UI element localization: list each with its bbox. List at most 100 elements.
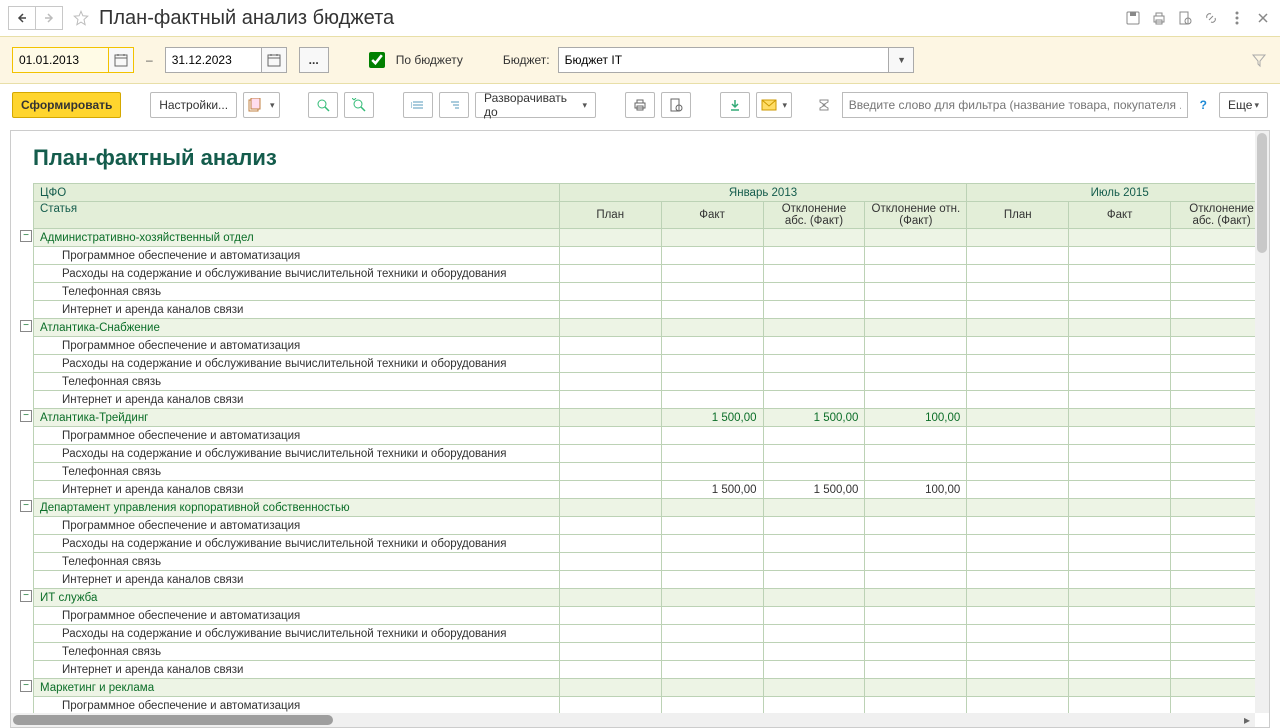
close-icon[interactable] bbox=[1254, 9, 1272, 27]
article-cell: Интернет и аренда каналов связи bbox=[34, 301, 560, 319]
sum-icon[interactable] bbox=[812, 92, 836, 118]
value-cell bbox=[763, 337, 865, 355]
detail-row[interactable]: Телефонная связь bbox=[34, 553, 1256, 571]
detail-row[interactable]: Расходы на содержание и обслуживание выч… bbox=[34, 625, 1256, 643]
detail-row[interactable]: Расходы на содержание и обслуживание выч… bbox=[34, 265, 1256, 283]
link-icon[interactable] bbox=[1202, 9, 1220, 27]
run-button[interactable]: Сформировать bbox=[12, 92, 121, 118]
date-to-input[interactable] bbox=[165, 47, 261, 73]
collapse-button[interactable] bbox=[403, 92, 433, 118]
more-button[interactable]: Еще▾ bbox=[1219, 92, 1268, 118]
quick-filter-input[interactable] bbox=[842, 92, 1188, 118]
print-preview-button[interactable] bbox=[661, 92, 691, 118]
save-icon[interactable] bbox=[1124, 9, 1142, 27]
collapse-toggle-icon[interactable]: − bbox=[20, 320, 32, 332]
value-cell bbox=[661, 373, 763, 391]
kebab-menu-icon[interactable] bbox=[1228, 9, 1246, 27]
detail-row[interactable]: Программное обеспечение и автоматизация bbox=[34, 427, 1256, 445]
find-next-button[interactable] bbox=[344, 92, 374, 118]
expand-to-button[interactable]: Разворачивать до▾ bbox=[475, 92, 596, 118]
group-name-cell[interactable]: −Департамент управления корпоративной со… bbox=[34, 499, 560, 517]
group-row[interactable]: −Административно-хозяйственный отдел bbox=[34, 229, 1256, 247]
vertical-scroll-thumb[interactable] bbox=[1257, 133, 1267, 253]
group-name-cell[interactable]: −ИТ служба bbox=[34, 589, 560, 607]
value-cell bbox=[763, 517, 865, 535]
scroll-right-icon[interactable]: ▸ bbox=[1241, 714, 1253, 726]
collapse-toggle-icon[interactable]: − bbox=[20, 500, 32, 512]
date-to-calendar-button[interactable] bbox=[261, 47, 287, 73]
value-cell bbox=[763, 553, 865, 571]
save-report-button[interactable] bbox=[720, 92, 750, 118]
nav-forward-button[interactable] bbox=[35, 6, 63, 30]
header-article: Статья bbox=[34, 202, 560, 229]
detail-row[interactable]: Программное обеспечение и автоматизация bbox=[34, 697, 1256, 714]
collapse-toggle-icon[interactable]: − bbox=[20, 680, 32, 692]
vertical-scrollbar[interactable] bbox=[1255, 131, 1269, 713]
send-button[interactable]: ▾ bbox=[756, 92, 793, 118]
detail-row[interactable]: Расходы на содержание и обслуживание выч… bbox=[34, 535, 1256, 553]
horizontal-scroll-thumb[interactable] bbox=[13, 715, 333, 725]
group-row[interactable]: −Атлантика-Трейдинг1 500,001 500,00100,0… bbox=[34, 409, 1256, 427]
value-cell bbox=[865, 697, 967, 714]
preview-icon[interactable] bbox=[1176, 9, 1194, 27]
detail-row[interactable]: Программное обеспечение и автоматизация bbox=[34, 517, 1256, 535]
value-cell bbox=[661, 283, 763, 301]
detail-row[interactable]: Интернет и аренда каналов связи bbox=[34, 571, 1256, 589]
value-cell bbox=[1171, 283, 1255, 301]
group-row[interactable]: −Департамент управления корпоративной со… bbox=[34, 499, 1256, 517]
detail-row[interactable]: Интернет и аренда каналов связи1 500,001… bbox=[34, 481, 1256, 499]
settings-button[interactable]: Настройки... bbox=[150, 92, 237, 118]
value-cell bbox=[865, 301, 967, 319]
group-name-cell[interactable]: −Атлантика-Снабжение bbox=[34, 319, 560, 337]
date-from-calendar-button[interactable] bbox=[108, 47, 134, 73]
group-cell: 1 500,00 bbox=[661, 409, 763, 427]
detail-row[interactable]: Программное обеспечение и автоматизация bbox=[34, 337, 1256, 355]
detail-row[interactable]: Расходы на содержание и обслуживание выч… bbox=[34, 355, 1256, 373]
collapse-toggle-icon[interactable]: − bbox=[20, 230, 32, 242]
by-budget-checkbox[interactable] bbox=[369, 52, 385, 68]
group-cell bbox=[967, 319, 1069, 337]
detail-row[interactable]: Интернет и аренда каналов связи bbox=[34, 661, 1256, 679]
value-cell bbox=[967, 697, 1069, 714]
collapse-toggle-icon[interactable]: − bbox=[20, 410, 32, 422]
favorite-star-icon[interactable] bbox=[71, 8, 91, 28]
value-cell bbox=[559, 283, 661, 301]
filter-funnel-icon[interactable] bbox=[1250, 51, 1268, 69]
value-cell bbox=[661, 427, 763, 445]
expand-button[interactable] bbox=[439, 92, 469, 118]
group-name-cell[interactable]: −Атлантика-Трейдинг bbox=[34, 409, 560, 427]
group-name-cell[interactable]: −Административно-хозяйственный отдел bbox=[34, 229, 560, 247]
detail-row[interactable]: Интернет и аренда каналов связи bbox=[34, 391, 1256, 409]
nav-back-button[interactable] bbox=[8, 6, 36, 30]
value-cell bbox=[865, 535, 967, 553]
article-cell: Расходы на содержание и обслуживание выч… bbox=[34, 535, 560, 553]
collapse-toggle-icon[interactable]: − bbox=[20, 590, 32, 602]
detail-row[interactable]: Телефонная связь bbox=[34, 463, 1256, 481]
budget-dropdown-button[interactable]: ▼ bbox=[888, 47, 914, 73]
detail-row[interactable]: Телефонная связь bbox=[34, 283, 1256, 301]
print-icon[interactable] bbox=[1150, 9, 1168, 27]
detail-row[interactable]: Телефонная связь bbox=[34, 643, 1256, 661]
horizontal-scrollbar[interactable]: ▸ bbox=[11, 713, 1255, 727]
group-row[interactable]: −Атлантика-Снабжение bbox=[34, 319, 1256, 337]
group-name-cell[interactable]: −Маркетинг и реклама bbox=[34, 679, 560, 697]
find-button[interactable] bbox=[308, 92, 338, 118]
value-cell bbox=[967, 283, 1069, 301]
group-cell bbox=[559, 409, 661, 427]
value-cell bbox=[1069, 337, 1171, 355]
settings-variants-button[interactable]: ▾ bbox=[243, 92, 280, 118]
group-row[interactable]: −Маркетинг и реклама bbox=[34, 679, 1256, 697]
date-from-input[interactable] bbox=[12, 47, 108, 73]
value-cell bbox=[967, 661, 1069, 679]
detail-row[interactable]: Интернет и аренда каналов связи bbox=[34, 301, 1256, 319]
detail-row[interactable]: Программное обеспечение и автоматизация bbox=[34, 247, 1256, 265]
help-button[interactable]: ? bbox=[1194, 98, 1213, 112]
print-button[interactable] bbox=[625, 92, 655, 118]
value-cell bbox=[1171, 427, 1255, 445]
detail-row[interactable]: Программное обеспечение и автоматизация bbox=[34, 607, 1256, 625]
budget-input[interactable] bbox=[558, 47, 888, 73]
group-row[interactable]: −ИТ служба bbox=[34, 589, 1256, 607]
detail-row[interactable]: Телефонная связь bbox=[34, 373, 1256, 391]
detail-row[interactable]: Расходы на содержание и обслуживание выч… bbox=[34, 445, 1256, 463]
period-picker-button[interactable]: ... bbox=[299, 47, 329, 73]
